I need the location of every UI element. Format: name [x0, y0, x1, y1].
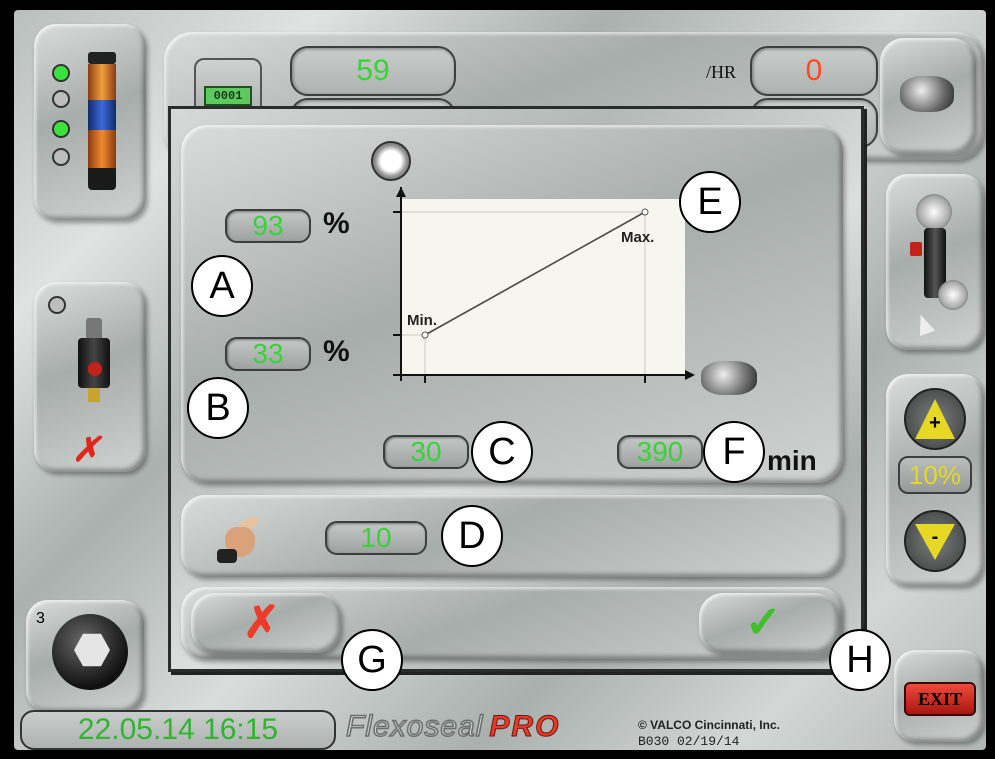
datetime-field: 22.05.14 16:15 [20, 710, 336, 750]
status-led-4 [52, 148, 70, 166]
motor-button[interactable] [880, 38, 976, 154]
callout-g: G [341, 629, 403, 691]
step-value: 10% [908, 459, 962, 490]
step-value-field: 10% [898, 456, 972, 494]
dialog: 93 % A 33 % B Min. Max. E 30 C 390 F min… [168, 106, 891, 691]
valve-icon [74, 318, 114, 404]
confirm-check-icon: ✓ [745, 598, 782, 647]
rate-unit-label: /HR [706, 62, 737, 82]
exit-panel: EXIT [894, 650, 984, 742]
count-field[interactable]: 59 [290, 46, 456, 96]
brand-pro: PRO [489, 710, 561, 744]
wrench-icon [52, 614, 128, 690]
callout-a: A [191, 255, 253, 317]
speed-pressure-graph: Min. Max. [393, 187, 695, 383]
confirm-button[interactable]: ✓ [699, 593, 839, 653]
min-percent-value: 33 [252, 338, 284, 369]
callout-c: C [471, 421, 533, 483]
cancel-x-icon: ✗ [243, 598, 280, 647]
pointing-hand-icon [217, 514, 267, 565]
status-led-1 [52, 64, 70, 82]
timer-value: 10 [360, 522, 392, 553]
wrench-badge: 3 [36, 610, 45, 627]
callout-h: H [829, 629, 891, 691]
valve-indicator-icon [48, 296, 66, 314]
regulator-icon [902, 194, 968, 324]
min-point [421, 331, 429, 339]
timer-section [181, 495, 843, 577]
callout-f: F [703, 421, 765, 483]
max-speed-value: 390 [636, 436, 684, 467]
brand-main: Flexoseal [345, 709, 484, 744]
version: B030 02/19/14 [638, 734, 740, 749]
callout-d: D [441, 505, 503, 567]
exit-label: EXIT [917, 688, 962, 709]
datetime: 22.05.14 16:15 [77, 713, 279, 746]
step-control-panel: + 10% - [886, 374, 984, 586]
regulator-panel[interactable] [886, 174, 984, 350]
rate-field[interactable]: 0 [750, 46, 878, 96]
exit-button[interactable]: EXIT [904, 682, 976, 716]
min-speed-field[interactable]: 30 [383, 435, 469, 469]
increase-button[interactable]: + [904, 388, 966, 450]
valve-panel[interactable]: ✗ [34, 282, 146, 472]
cancel-button[interactable]: ✗ [191, 593, 341, 653]
max-speed-field[interactable]: 390 [617, 435, 703, 469]
maintenance-panel[interactable]: 3 [26, 600, 144, 712]
count-value: 59 [356, 54, 390, 87]
pressure-gauge-icon [371, 141, 411, 181]
min-percent-field[interactable]: 33 [225, 337, 311, 371]
callout-e: E [679, 171, 741, 233]
graph-max-label: Max. [621, 229, 654, 246]
counter-value: 0001 [204, 86, 252, 106]
graph-min-label: Min. [407, 312, 437, 329]
min-speed-value: 30 [410, 436, 442, 467]
signal-tower-panel[interactable] [34, 24, 146, 220]
status-led-3 [52, 120, 70, 138]
decrease-button[interactable]: - [904, 510, 966, 572]
minus-icon: - [931, 526, 939, 548]
max-percent-unit: % [323, 207, 350, 240]
motor-speed-icon [701, 361, 757, 395]
screen: ✗ 3 0001 59 /HR 0 + 10% - EXIT 22.05.14 … [14, 10, 986, 750]
valve-disabled-x-icon: ✗ [72, 431, 101, 469]
speed-unit: min [767, 445, 817, 476]
timer-field[interactable]: 10 [325, 521, 427, 555]
max-percent-field[interactable]: 93 [225, 209, 311, 243]
copyright: © VALCO Cincinnati, Inc. [638, 718, 780, 732]
motor-icon [900, 76, 954, 112]
status-led-2 [52, 90, 70, 108]
min-percent-unit: % [323, 335, 350, 368]
brand-logo: Flexoseal PRO [345, 709, 646, 744]
plus-icon: + [929, 412, 941, 434]
max-percent-value: 93 [252, 210, 284, 241]
callout-b: B [187, 377, 249, 439]
signal-tower-icon [88, 52, 116, 202]
rate-value: 0 [805, 54, 823, 87]
max-point [641, 208, 649, 216]
